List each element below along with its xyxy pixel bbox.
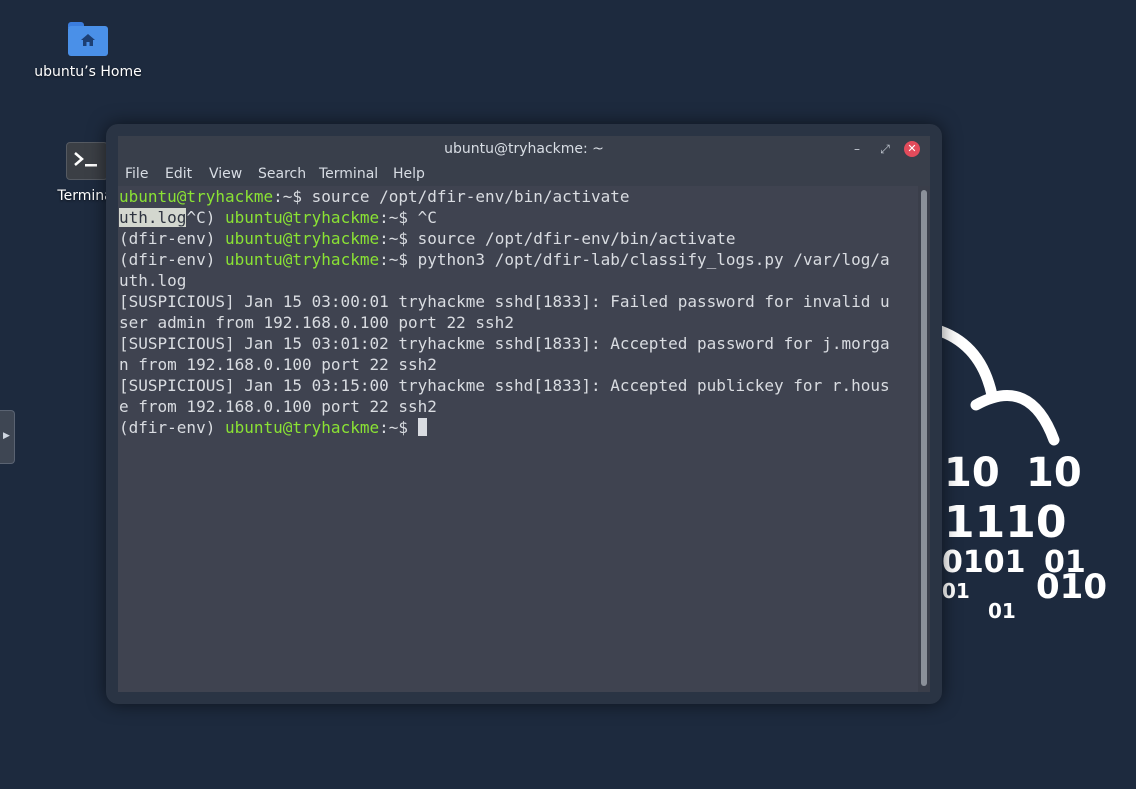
arrow-right-icon: ▶ — [3, 431, 10, 441]
terminal-line: (dfir-env) ubuntu@tryhackme:~$ python3 /… — [119, 250, 890, 269]
home-folder-icon — [68, 22, 108, 56]
terminal-line: (dfir-env) ubuntu@tryhackme:~$ source /o… — [119, 229, 736, 248]
terminal-line: uth.log^C) ubuntu@tryhackme:~$ ^C — [119, 208, 437, 227]
menu-edit[interactable]: Edit — [165, 166, 192, 182]
terminal-line: ubuntu@tryhackme:~$ source /opt/dfir-env… — [119, 187, 630, 206]
scrollbar[interactable] — [918, 186, 930, 692]
text-cursor — [417, 418, 427, 436]
menu-search[interactable]: Search — [258, 166, 306, 182]
terminal-icon — [66, 142, 108, 180]
terminal-output[interactable]: ubuntu@tryhackme:~$ source /opt/dfir-env… — [118, 186, 918, 692]
binary-text: 01 — [942, 579, 970, 603]
binary-text: 10 — [944, 450, 1000, 496]
terminal-line: ser admin from 192.168.0.100 port 22 ssh… — [119, 313, 514, 332]
window-title: ubuntu@tryhackme: ~ — [444, 141, 604, 157]
terminal-line: [SUSPICIOUS] Jan 15 03:00:01 tryhackme s… — [119, 292, 890, 311]
terminal-line: [SUSPICIOUS] Jan 15 03:15:00 tryhackme s… — [119, 376, 890, 395]
window-titlebar[interactable]: ubuntu@tryhackme: ~ – ⤢ ✕ — [118, 136, 930, 162]
terminal-line: e from 192.168.0.100 port 22 ssh2 — [119, 397, 437, 416]
binary-text: 010 — [1036, 567, 1107, 607]
binary-text: 10 — [1026, 450, 1082, 496]
menu-view[interactable]: View — [209, 166, 242, 182]
desktop-icon-label: ubuntu’s Home — [34, 64, 142, 80]
terminal-line: n from 192.168.0.100 port 22 ssh2 — [119, 355, 437, 374]
terminal-line: uth.log — [119, 271, 187, 290]
wallpaper-binary-art: 10 10 1110 0101 01 01 010 01 — [930, 322, 1107, 623]
terminal-line: [SUSPICIOUS] Jan 15 03:01:02 tryhackme s… — [119, 334, 890, 353]
binary-text: 1110 — [944, 497, 1066, 548]
binary-text: 0101 — [942, 545, 1026, 580]
menu-bar: File Edit View Search Terminal Help — [118, 162, 930, 186]
terminal-window: ubuntu@tryhackme: ~ – ⤢ ✕ File Edit View… — [106, 124, 942, 704]
side-panel-handle[interactable]: ▶ — [0, 410, 15, 464]
scrollbar-thumb[interactable] — [921, 190, 927, 686]
menu-file[interactable]: File — [125, 166, 148, 182]
menu-help[interactable]: Help — [393, 166, 425, 182]
text-selection: uth.log — [119, 208, 187, 227]
binary-text: 01 — [988, 599, 1016, 623]
maximize-button[interactable]: ⤢ — [876, 140, 894, 158]
close-button[interactable]: ✕ — [904, 141, 920, 157]
minimize-button[interactable]: – — [848, 140, 866, 158]
menu-terminal[interactable]: Terminal — [319, 166, 378, 182]
desktop-icon-home[interactable]: ubuntu’s Home — [30, 22, 146, 80]
terminal-prompt-line: (dfir-env) ubuntu@tryhackme:~$ — [118, 417, 918, 438]
